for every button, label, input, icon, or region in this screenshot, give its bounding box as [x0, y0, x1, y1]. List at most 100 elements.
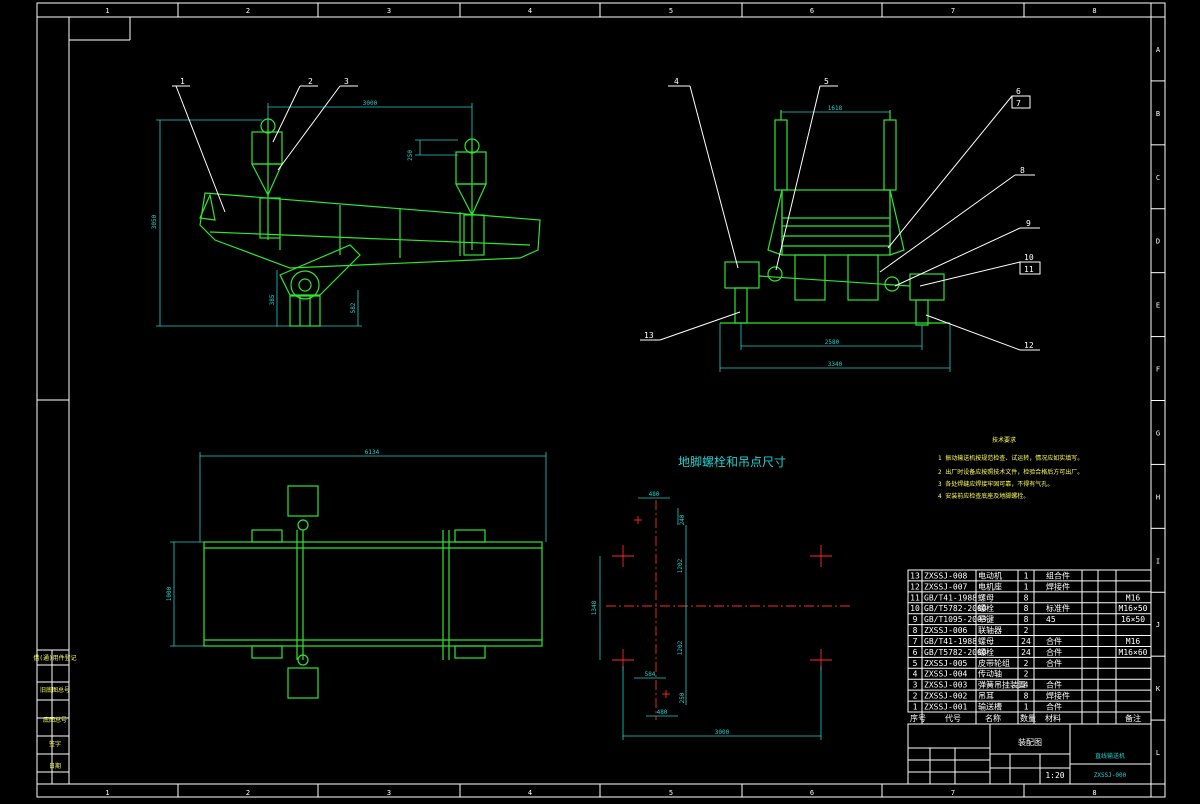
bom-cell-mat: 合件: [1046, 647, 1062, 657]
callout-9: 9: [1026, 219, 1031, 228]
zone-number: 8: [1092, 789, 1096, 797]
bom-cell-note: M16×60: [1119, 648, 1148, 657]
title-block: 装配图 直线输送机 ZXSSJ-000 1:20: [907, 723, 1152, 785]
zone-number: 1: [105, 789, 109, 797]
callout-11: 11: [1024, 265, 1034, 274]
callout-5: 5: [824, 77, 829, 86]
strip-label: 签字: [49, 740, 61, 748]
bolt-dim-8: 480: [657, 709, 668, 716]
plan-view: 6134 1000: [166, 449, 547, 699]
bom-cell-qty: 2: [1024, 659, 1029, 668]
zone-letter: J: [1156, 621, 1160, 629]
bom-header-mat: 材料: [1045, 713, 1061, 723]
callout-1: 1: [180, 77, 185, 86]
title-drawing-type: 装配图: [1018, 737, 1042, 747]
zone-number: 7: [951, 789, 955, 797]
callout-10: 10: [1024, 253, 1034, 262]
bom-cell-no: 2: [913, 692, 918, 701]
bom-cell-name: 螺母: [978, 592, 994, 602]
zone-number: 2: [246, 7, 250, 15]
bolt-dim-4: 1348: [591, 600, 598, 615]
bom-cell-note: 16×50: [1121, 615, 1145, 624]
bom-cell-mat: 合件: [1046, 680, 1062, 690]
dim-end-top: 1618: [828, 105, 843, 112]
bom-cell-no: 13: [910, 571, 920, 580]
bom-cell-code: ZXSSJ-001: [924, 703, 968, 712]
bom-cell-name: 传动轴: [978, 669, 1002, 679]
zone-letter: C: [1156, 174, 1160, 182]
bom-cell-mat: 焊接件: [1046, 691, 1070, 701]
dim-side-height: 3050: [151, 214, 158, 229]
bom-cell-qty: 1: [1024, 703, 1029, 712]
bom-cell-no: 3: [913, 681, 918, 690]
bom-cell-qty: 2: [1024, 626, 1029, 635]
bom-cell-code: ZXSSJ-003: [924, 681, 968, 690]
strip-label: 借(通)用件登记: [33, 654, 76, 662]
bom-cell-name: 皮带轮组: [978, 658, 1010, 668]
zone-number: 5: [669, 789, 673, 797]
note-line: 3 各处焊缝应焊接牢固可靠，不得有气孔。: [938, 480, 1053, 488]
callout-13: 13: [644, 331, 654, 340]
bom-cell-mat: 标准件: [1046, 603, 1070, 613]
dim-side-top: 3000: [363, 100, 378, 107]
zone-number: 4: [528, 789, 532, 797]
bom-cell-name: 弹簧吊挂装置: [978, 680, 1026, 690]
zone-letter: K: [1156, 685, 1161, 693]
note-line: 1 振动输送机按规范检查、试运转，情况应如实填写。: [938, 454, 1083, 462]
bolt-dim-6: 584: [645, 671, 656, 678]
bom-cell-mat: 合件: [1046, 636, 1062, 646]
bom-cell-qty: 8: [1024, 604, 1029, 613]
bom-cell-name: 吊耳: [978, 692, 994, 701]
bolt-dim-9: 3000: [715, 729, 730, 736]
zone-number: 7: [951, 7, 955, 15]
bom-cell-code: ZXSSJ-002: [924, 692, 968, 701]
callout-4: 4: [674, 77, 679, 86]
bom-cell-qty: 8: [1024, 615, 1029, 624]
callout-6: 6: [1016, 87, 1021, 96]
bolt-dim-2: 240: [679, 514, 686, 525]
callout-8: 8: [1020, 166, 1025, 175]
bom-cell-name: 电机座: [978, 581, 1002, 591]
bom-cell-no: 4: [913, 670, 918, 679]
assembly-drawing: 1122334455667788ABCDEFGHIJKL 借(通)用件登记 旧底…: [33, 2, 1166, 798]
bom-cell-no: 9: [913, 615, 918, 624]
bom-cell-note: M16: [1126, 637, 1141, 646]
zone-number: 5: [669, 7, 673, 15]
bom-cell-code: ZXSSJ-004: [924, 670, 968, 679]
bom-cell-code: GB/T41-1988: [924, 637, 977, 646]
zone-number: 8: [1092, 7, 1096, 15]
notes-title: 技术要求: [992, 436, 1016, 444]
bom-header-name: 名称: [985, 713, 1001, 723]
bolt-dim-1: 480: [649, 491, 660, 498]
callout-12: 12: [1024, 341, 1034, 350]
zone-letter: H: [1156, 493, 1160, 501]
zone-letter: B: [1156, 110, 1160, 118]
bom-cell-qty: 4: [1024, 681, 1029, 690]
bom-cell-qty: 8: [1024, 593, 1029, 602]
zone-number: 3: [387, 7, 391, 15]
bom-cell-code: GB/T41-1988: [924, 593, 977, 602]
cad-drawing-canvas[interactable]: 1122334455667788ABCDEFGHIJKL 借(通)用件登记 旧底…: [0, 0, 1200, 800]
note-line: 4 安装前应检查底座及地脚螺栓。: [938, 492, 1029, 500]
bom-cell-no: 6: [913, 648, 918, 657]
bom-cell-qty: 24: [1021, 637, 1031, 646]
bom-cell-code: ZXSSJ-008: [924, 571, 968, 580]
zone-number: 6: [810, 789, 814, 797]
zone-letter: E: [1156, 302, 1160, 310]
bom-cell-no: 8: [913, 626, 918, 635]
zone-number: 2: [246, 789, 250, 797]
bolt-layout: 地脚螺栓和吊点尺寸 480 240 1202 1348 1202 584 250…: [591, 454, 850, 740]
bom-cell-qty: 1: [1024, 582, 1029, 591]
zone-number: 1: [105, 7, 109, 15]
bom-cell-qty: 2: [1024, 670, 1029, 679]
technical-notes: 技术要求 1 振动输送机按规范检查、试运转，情况应如实填写。 2 出厂时设备应按…: [938, 436, 1083, 500]
bom-cell-mat: 合件: [1046, 702, 1062, 712]
bom-cell-qty: 1: [1024, 571, 1029, 580]
dim-side-foot: 385: [269, 294, 276, 305]
zone-letter: D: [1156, 238, 1160, 246]
dim-end-mid: 2580: [825, 339, 840, 346]
bom-cell-qty: 24: [1021, 648, 1031, 657]
bom-cell-qty: 8: [1024, 692, 1029, 701]
zone-letter: I: [1156, 557, 1160, 565]
bom-cell-note: M16×50: [1119, 604, 1148, 613]
